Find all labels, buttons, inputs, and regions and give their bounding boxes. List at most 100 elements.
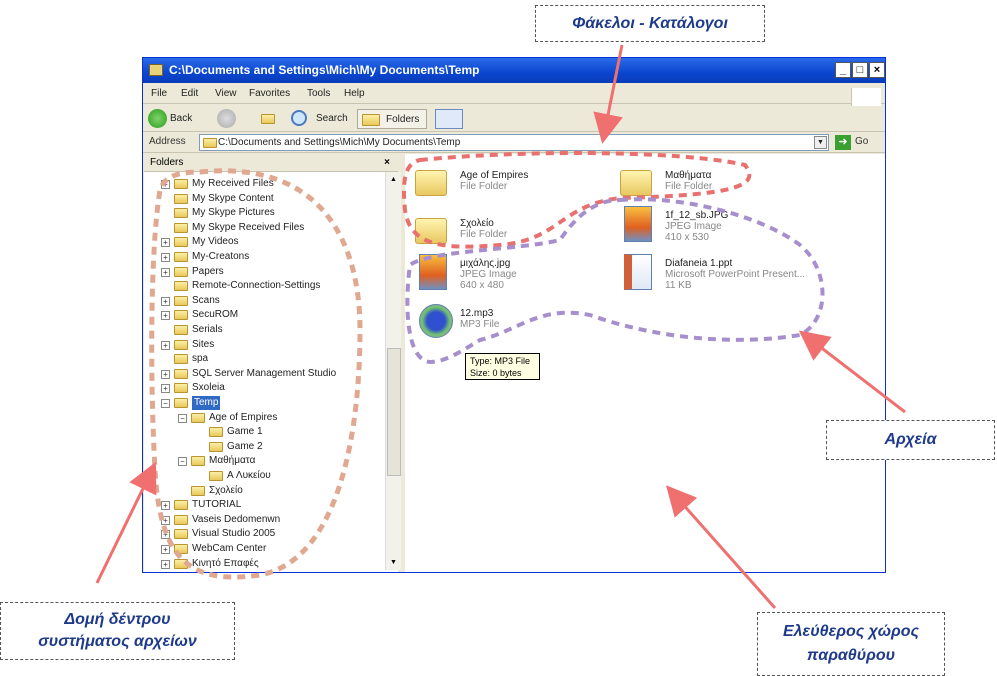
window-title: C:\Documents and Settings\Mich\My Docume… [169,63,480,77]
folders-button[interactable]: Folders [357,109,427,129]
folder-icon [191,412,205,423]
folders-label: Folders [386,114,420,125]
file-item[interactable]: 1f_12_sb.JPG JPEG Image 410 x 530 [665,210,728,243]
scroll-up-button[interactable]: ▲ [386,172,401,187]
folder-icon [174,354,188,365]
file-name: Age of Empires [460,170,529,181]
file-item[interactable]: Diafaneia 1.ppt Microsoft PowerPoint Pres… [665,258,805,291]
tree-item[interactable]: + Κινητό Επαφές [144,557,384,571]
expand-icon[interactable]: + [161,180,170,189]
annotation-free-space: Ελεύθερος χώρος παραθύρου [757,612,945,676]
forward-button[interactable] [217,109,236,128]
scroll-down-button[interactable]: ▼ [386,555,401,570]
folder-icon [174,208,188,219]
file-item[interactable]: Age of Empires File Folder [460,170,528,192]
tree-item[interactable]: Game 1 [144,425,384,439]
tree-item[interactable]: + Scans [144,294,384,308]
tree-item[interactable]: + Sxoleia [144,381,384,395]
tree-item[interactable]: Serials [144,323,384,337]
tree-item[interactable]: + SQL Server Management Studio [144,367,384,381]
file-item[interactable]: μιχάλης.jpg JPEG Image 640 x 480 [460,258,517,291]
file-type: File Folder [460,229,508,240]
tree-item-label: My-Creatons [192,251,250,262]
expand-icon[interactable]: + [161,501,170,511]
image-icon [624,206,652,242]
tree-item[interactable]: + Visual Studio 2005 [144,527,384,541]
expand-icon[interactable]: + [161,559,170,569]
tree-item[interactable]: + Papers [144,265,384,279]
tree-item-label: Papers [192,265,224,277]
tree-item-label: My Skype Pictures [192,207,275,219]
file-name: Σχολείο [460,218,494,229]
tree-item[interactable]: − Age of Empires [144,411,384,425]
menu-help[interactable]: Help [344,88,365,99]
address-input[interactable]: C:\Documents and Settings\Mich\My Docume… [199,134,829,151]
expand-icon[interactable]: + [161,311,170,321]
close-button[interactable]: × [869,62,885,78]
collapse-icon[interactable]: − [178,413,187,423]
expand-icon[interactable]: + [161,369,170,379]
tree-item[interactable]: − Temp [144,396,384,410]
folder-icon [415,170,447,196]
tree-item[interactable]: spa [144,352,384,366]
folder-icon [174,295,188,306]
file-item[interactable]: Σχολείο File Folder [460,218,507,240]
expand-icon[interactable]: + [161,267,170,277]
menu-edit[interactable]: Edit [181,88,198,99]
search-button[interactable]: Search [291,109,353,129]
maximize-button[interactable]: □ [852,62,868,78]
folder-icon [174,558,188,569]
tree-item[interactable]: My Skype Content [144,192,384,206]
tree-item[interactable]: + Vaseis Dedomenwn [144,513,384,527]
expand-icon[interactable]: + [161,238,170,248]
minimize-button[interactable]: _ [835,62,851,78]
tree-item[interactable]: − Μαθήματα [144,454,384,468]
tree-item[interactable]: + My Received Files [144,177,384,191]
tree-item[interactable]: + My Videos [144,235,384,249]
collapse-icon[interactable]: − [178,457,187,467]
tree-item[interactable]: Game 2 [144,440,384,454]
expand-icon[interactable]: + [161,253,170,262]
tree-item[interactable]: + My-Creatons [144,250,384,264]
expand-icon[interactable]: + [161,340,170,350]
address-value: C:\Documents and Settings\Mich\My Docume… [218,137,461,148]
tree-item[interactable]: My Skype Received Files [144,221,384,235]
go-button[interactable]: Go [855,136,868,147]
tree-item[interactable]: Remote-Connection-Settings [144,279,384,293]
menu-favorites[interactable]: Favorites [249,88,290,99]
menu-file[interactable]: File [151,88,167,99]
file-item[interactable]: 12.mp3 MP3 File [460,308,499,330]
tree-item-label: Sxoleia [192,382,225,394]
search-icon [291,110,307,126]
tree-item[interactable]: My Skype Pictures [144,206,384,220]
tree-item[interactable]: + SecuROM [144,308,384,322]
tree-item[interactable]: + Sites [144,338,384,352]
expand-icon[interactable]: + [161,296,170,306]
up-folder-icon[interactable] [261,114,275,124]
file-item[interactable]: Μαθήματα File Folder [665,170,712,192]
tree-item[interactable]: Σχολείο [144,484,384,498]
expand-icon[interactable]: + [161,545,170,554]
menu-tools[interactable]: Tools [307,88,330,99]
tree-scrollbar[interactable]: ▲ ▼ [385,172,401,570]
windows-logo-icon [851,88,881,106]
tree-item-label: Κινητό Επαφές [192,557,259,569]
dropdown-arrow-icon[interactable]: ▼ [814,136,827,149]
tree-item[interactable]: + WebCam Center [144,542,384,556]
menu-view[interactable]: View [215,88,237,99]
tree-item[interactable]: + TUTORIAL [144,498,384,512]
collapse-icon[interactable]: − [161,399,170,408]
scroll-thumb[interactable] [387,348,401,476]
tree-item[interactable]: A Λυκείου [144,469,384,483]
folder-icon [174,179,188,189]
back-arrow-icon [148,109,167,128]
expand-icon[interactable]: + [161,515,170,525]
close-pane-button[interactable]: × [384,154,390,172]
go-arrow-icon[interactable]: ➜ [835,135,851,150]
back-button[interactable]: Back [148,109,210,129]
expand-icon[interactable]: + [161,530,170,540]
expand-icon[interactable]: + [161,384,170,394]
tree-item-label: Visual Studio 2005 [192,528,276,540]
folder-icon [209,471,223,481]
views-button[interactable] [435,109,463,129]
